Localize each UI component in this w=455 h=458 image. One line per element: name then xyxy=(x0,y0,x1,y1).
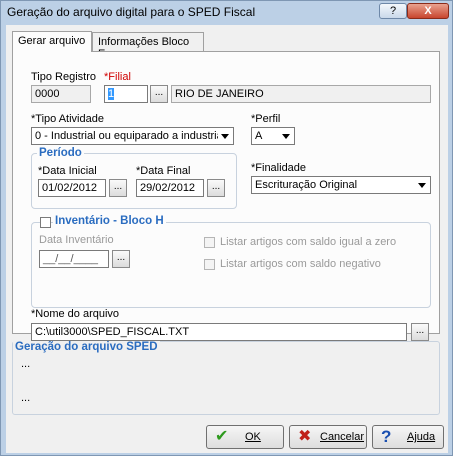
question-mark-icon: ? xyxy=(389,5,397,17)
perfil-select[interactable]: A xyxy=(251,127,295,145)
saldo-zero-label: Listar artigos com saldo igual a zero xyxy=(220,236,397,248)
sped-status-title: Geração do arquivo SPED xyxy=(13,341,160,353)
ok-button[interactable]: ✔ OK xyxy=(206,425,284,449)
saldo-zero-checkbox[interactable] xyxy=(204,237,215,248)
tab-label: Gerar arquivo xyxy=(18,35,86,47)
data-inicial-input[interactable]: 01/02/2012 xyxy=(38,179,106,197)
question-mark-icon: ? xyxy=(381,427,392,446)
cancel-button-label: Cancelar xyxy=(320,431,365,443)
tab-informacoes-bloco-e[interactable]: Informações Bloco E xyxy=(92,32,204,60)
filial-value: 1 xyxy=(108,88,115,100)
tipo-registro-field: 0000 xyxy=(31,85,91,103)
dialog-window: Geração do arquivo digital para o SPED F… xyxy=(0,0,453,456)
checkmark-icon: ✔ xyxy=(215,428,229,445)
data-inicial-label: *Data Inicial xyxy=(38,165,97,177)
data-inventario-input[interactable]: __/__/____ xyxy=(39,250,109,268)
titlebar-help-button[interactable]: ? xyxy=(379,3,407,19)
data-inventario-label: Data Inventário xyxy=(39,234,114,246)
filial-input[interactable]: 1 xyxy=(104,85,148,103)
filial-label: *Filial xyxy=(104,71,131,83)
perfil-label: *Perfil xyxy=(251,113,281,125)
window-title: Geração do arquivo digital para o SPED F… xyxy=(7,5,256,19)
cancel-button[interactable]: ✖ Cancelar xyxy=(289,425,367,449)
nome-arquivo-input[interactable]: C:\util3000\SPED_FISCAL.TXT xyxy=(31,323,407,341)
filial-lookup-button[interactable]: ... xyxy=(150,85,168,103)
data-final-input[interactable]: 29/02/2012 xyxy=(136,179,204,197)
ok-button-label: OK xyxy=(245,431,261,443)
title-bar[interactable]: Geração do arquivo digital para o SPED F… xyxy=(1,1,454,23)
tipo-atividade-select[interactable]: 0 - Industrial ou equiparado a industria… xyxy=(31,127,234,145)
sped-status-group: Geração do arquivo SPED ... ... xyxy=(12,341,440,415)
data-final-label: *Data Final xyxy=(136,165,191,177)
finalidade-label: *Finalidade xyxy=(251,162,307,174)
chevron-down-icon xyxy=(279,129,293,143)
titlebar-close-button[interactable]: X xyxy=(407,3,449,19)
saldo-negativo-label: Listar artigos com saldo negativo xyxy=(220,258,381,270)
tab-gerar-arquivo[interactable]: Gerar arquivo xyxy=(12,31,92,52)
data-inicial-calendar-button[interactable]: ... xyxy=(109,179,127,197)
help-button[interactable]: ? Ajuda xyxy=(372,425,444,449)
nome-arquivo-label: *Nome do arquivo xyxy=(31,308,120,320)
help-button-label: Ajuda xyxy=(407,431,436,443)
chevron-down-icon xyxy=(218,129,232,143)
sped-status-line-2: ... xyxy=(21,392,31,404)
finalidade-select[interactable]: Escrituração Original xyxy=(251,176,431,194)
periodo-title: Período xyxy=(37,147,84,159)
sped-status-line-1: ... xyxy=(21,358,31,370)
perfil-value: A xyxy=(255,130,263,142)
tipo-atividade-value: 0 - Industrial ou equiparado a industria… xyxy=(35,130,226,142)
chevron-down-icon xyxy=(415,178,429,192)
tipo-registro-label: Tipo Registro xyxy=(31,71,97,83)
inventario-title: Inventário - Bloco H xyxy=(53,215,166,227)
x-mark-icon: ✖ xyxy=(298,428,312,445)
tipo-atividade-label: *Tipo Atividade xyxy=(31,113,104,125)
data-final-calendar-button[interactable]: ... xyxy=(207,179,225,197)
tab-panel-gerar-arquivo: Tipo Registro 0000 *Filial 1 ... RIO DE … xyxy=(12,51,440,341)
dialog-client-area: Gerar arquivo Informações Bloco E Tipo R… xyxy=(6,25,448,453)
filial-description: RIO DE JANEIRO xyxy=(171,85,431,103)
inventario-checkbox[interactable] xyxy=(40,217,51,228)
saldo-negativo-checkbox[interactable] xyxy=(204,259,215,270)
data-inventario-calendar-button[interactable]: ... xyxy=(112,250,130,268)
nome-arquivo-browse-button[interactable]: ... xyxy=(411,323,429,341)
close-icon: X xyxy=(424,5,432,17)
finalidade-value: Escrituração Original xyxy=(255,179,358,191)
